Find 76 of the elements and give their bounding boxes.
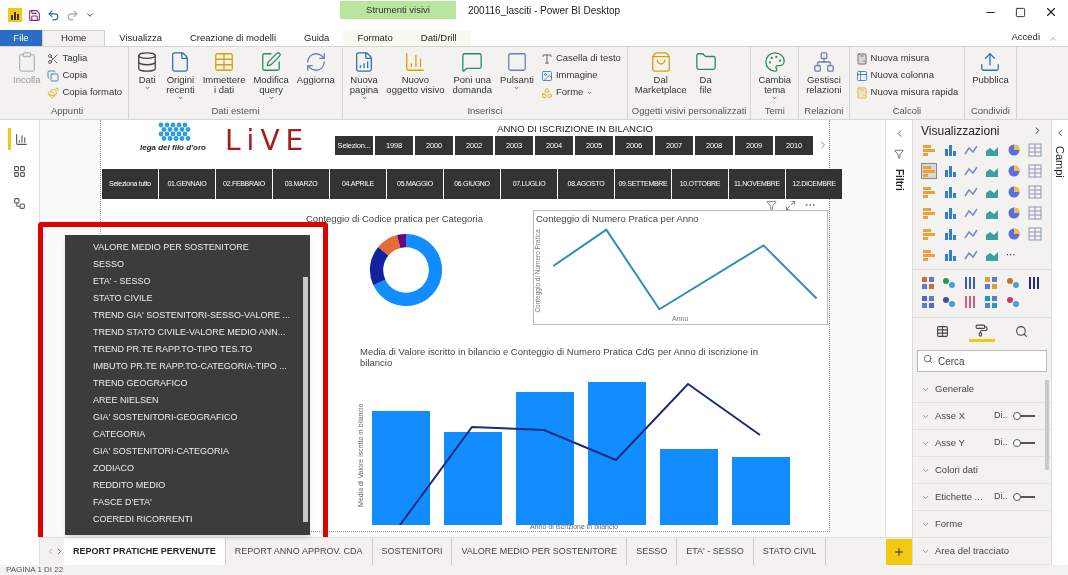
ribbon-button[interactable]: Nuova misura rapida xyxy=(853,84,961,101)
menu-item[interactable]: ZODIACO xyxy=(93,460,300,477)
group-label: Inserisci xyxy=(466,103,504,118)
menu-item[interactable]: TREND GIA' SOSTENITORI-SESSO-VALORE ... xyxy=(93,307,300,324)
ribbon-button[interactable]: Copia xyxy=(45,67,125,84)
menu-item[interactable]: AREE NIELSEN xyxy=(93,392,300,409)
ribbon-button[interactable]: Casella di testo xyxy=(538,50,623,67)
ribbon-button[interactable]: Pubblica xyxy=(969,50,1012,85)
section-value: Di.. xyxy=(994,436,1008,450)
ribbon-button[interactable]: Nuova pagina xyxy=(346,50,382,101)
format-section[interactable]: Etichette ... Di.. xyxy=(913,484,1051,511)
group-label: Relazioni xyxy=(803,103,845,118)
ribbon-button[interactable]: Forme xyxy=(538,84,623,101)
ribbon-tab[interactable]: Dati/Drill xyxy=(406,30,471,46)
filters-pane-title[interactable]: Filtri xyxy=(891,169,907,191)
ribbon-tab[interactable]: Creazione di modelli xyxy=(175,30,291,46)
sign-in-link[interactable]: Accedi xyxy=(1011,29,1048,44)
menu-item[interactable]: SESSO xyxy=(93,256,300,273)
ribbon-button[interactable]: Immagine xyxy=(538,67,623,84)
search-field[interactable]: Cerca xyxy=(917,350,1047,372)
group-label: Temi xyxy=(763,103,786,118)
live-logo: LiVE xyxy=(225,123,310,159)
group-label: Appunti xyxy=(49,103,85,118)
ribbon-button[interactable]: Origini recenti xyxy=(163,50,198,101)
ribbon-button[interactable]: Copia formato xyxy=(45,84,125,101)
menu-item[interactable]: REDDITO MEDIO xyxy=(93,477,300,494)
ribbon-button[interactable]: Dati xyxy=(133,50,162,91)
ribbon-button[interactable]: Dal Marketplace xyxy=(631,50,690,95)
group-label: Condividi xyxy=(969,103,1011,118)
ribbon-button[interactable]: Pulsanti xyxy=(497,50,537,91)
menu-item[interactable]: IMBUTO PR.TE RAPP.TO-CATEGORIA-TIPO ... xyxy=(93,358,300,375)
context-tab-header: Strumenti visivi xyxy=(340,1,456,19)
ribbon-button[interactable]: Immettere i dati xyxy=(199,50,249,95)
menu-item[interactable]: TREND STATO CIVILE-VALORE MEDIO ANN... xyxy=(93,324,300,341)
ribbon-button[interactable]: Nuovo oggetto visivo xyxy=(383,50,448,95)
ribbon-tab[interactable]: File xyxy=(0,30,42,46)
menu-item[interactable]: FASCE D'ETA' xyxy=(93,494,300,511)
ribbon-tab[interactable]: Home xyxy=(42,30,106,46)
pane-title: Visualizzazioni xyxy=(921,122,1000,140)
slicer-title: ANNO DI ISCRIZIONE IN BILANCIO xyxy=(496,122,654,136)
ribbon-button[interactable]: Cambia tema xyxy=(755,50,795,101)
chart-title: Conteggio di Codice pratica per Categoria xyxy=(306,212,483,226)
menu-item[interactable]: VALORE MEDIO PER SOSTENITORE xyxy=(93,239,300,256)
ribbon-button[interactable]: Aggiorna xyxy=(293,50,338,85)
group-label: Calcoli xyxy=(891,103,923,118)
logo-text: lega del filo d'oro xyxy=(140,142,206,154)
window-title: 200116_lasciti - Power BI Desktop xyxy=(468,3,621,18)
section-value: Di.. xyxy=(994,490,1008,504)
ribbon-tab[interactable]: Visualizza xyxy=(105,30,176,46)
ribbon-button[interactable]: Taglia xyxy=(45,50,125,67)
ribbon-button[interactable]: Gestisci relazioni xyxy=(803,50,845,95)
menu-item[interactable]: GIA' SOSTENITORI-CATEGORIA xyxy=(93,443,300,460)
format-section[interactable]: Forme xyxy=(913,511,1051,538)
menu-item[interactable]: GIA' SOSTENITORI-GEOGRAFICO xyxy=(93,409,300,426)
ribbon-tab[interactable]: Guida xyxy=(290,30,344,46)
menu-item[interactable]: TREND PR.TE RAPP.TO-TIPO TES.TO xyxy=(93,341,300,358)
ribbon-button[interactable]: Poni una domanda xyxy=(449,50,496,95)
ribbon-button[interactable]: Nuova misura xyxy=(853,50,961,67)
group-label: Oggetti visivi personalizzati xyxy=(631,103,747,118)
menu-item[interactable]: TREND GEOGRAFICO xyxy=(93,375,300,392)
section-value: Di.. xyxy=(994,409,1008,423)
chart-title: Media di Valore iscritto in bilancio e Conteggio di Numero Pratica CdG per Anno di iscrizione in bilancio xyxy=(360,346,759,368)
more-visuals-link[interactable]: ··· xyxy=(1005,246,1022,263)
group-label: Dati esterni xyxy=(210,103,261,118)
fields-pane-title[interactable]: Campi xyxy=(1051,146,1068,178)
menu-item[interactable]: ETA' - SESSO xyxy=(93,273,300,290)
status-text: PAGINA 1 DI 22 xyxy=(6,565,64,575)
menu-item[interactable]: STATO CIVILE xyxy=(93,290,300,307)
chart-title: Conteggio di Numero Pratica per Anno xyxy=(536,212,699,226)
ribbon-tab[interactable]: Formato xyxy=(343,30,407,46)
page-tab[interactable]: REPORT PRATICHE PERVENUTE xyxy=(64,537,226,566)
ribbon-button[interactable]: Nuova colonna xyxy=(853,67,961,84)
ribbon-button[interactable]: Modifica query xyxy=(250,50,292,101)
ribbon-button[interactable]: Da file xyxy=(691,50,720,95)
menu-item[interactable]: CATEGORIA xyxy=(93,426,300,443)
menu-item[interactable]: COEREDI RICORRENTI xyxy=(93,511,300,528)
